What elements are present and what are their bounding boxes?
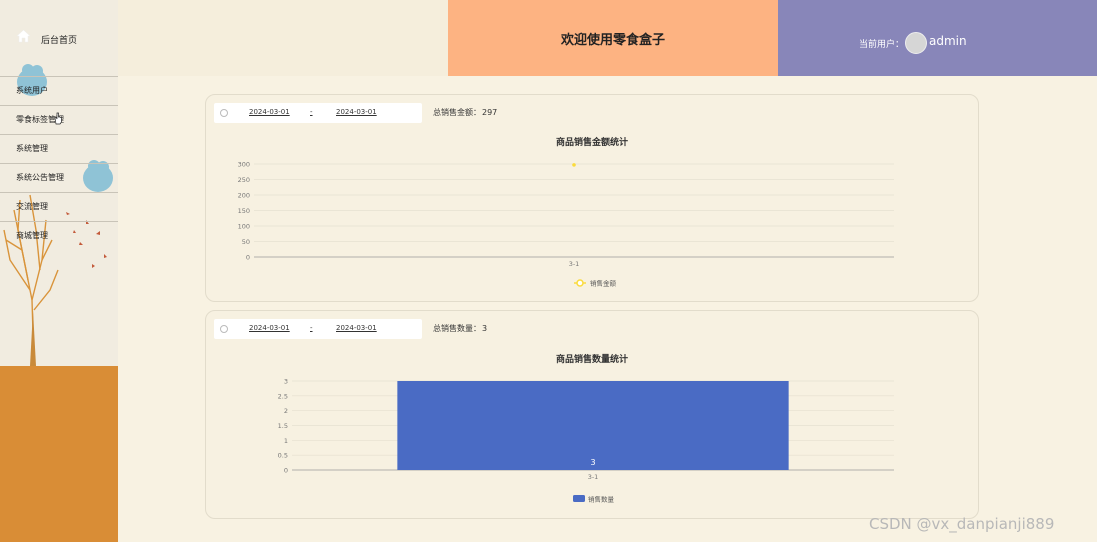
sidebar-item-users[interactable]: 系统用户 bbox=[0, 76, 118, 105]
y-tick-label: 3 bbox=[284, 378, 288, 386]
y-tick-label: 1.5 bbox=[278, 422, 288, 430]
sidebar-home-link[interactable]: 后台首页 bbox=[0, 0, 118, 76]
header-title-area: 欢迎使用零食盒子 bbox=[448, 0, 778, 76]
sidebar-home-label: 后台首页 bbox=[41, 36, 78, 46]
y-tick-label: 150 bbox=[238, 207, 250, 215]
y-tick-label: 50 bbox=[242, 238, 250, 246]
home-icon bbox=[16, 29, 31, 43]
y-tick-label: 0.5 bbox=[278, 452, 288, 460]
sidebar-item-announcements[interactable]: 系统公告管理 bbox=[0, 163, 118, 192]
sales-quantity-chart: 0 0.5 1 1.5 2 2.5 3 3-1 3 销售数量 bbox=[278, 378, 894, 504]
legend-label: 销售数量 bbox=[588, 495, 615, 504]
y-tick-label: 1 bbox=[284, 437, 288, 445]
sales-amount-chart: 0 50 100 150 200 250 300 3-1 销售金额 bbox=[238, 161, 894, 288]
current-user-label: 当前用户： bbox=[859, 40, 905, 50]
sidebar-item-communication[interactable]: 交流管理 bbox=[0, 192, 118, 221]
sales-amount-panel: 2024-03-01 - 2024-03-01 总销售金额：297 商品销售金额… bbox=[205, 94, 979, 302]
sidebar-item-label: 系统管理 bbox=[16, 144, 48, 153]
sidebar-item-label: 系统用户 bbox=[16, 86, 48, 95]
sidebar-menu: 系统用户 零食标签管理 系统管理 系统公告管理 交流管理 商城管理 bbox=[0, 76, 118, 250]
x-tick-label: 3-1 bbox=[569, 260, 580, 268]
y-tick-label: 2 bbox=[284, 407, 288, 415]
watermark: CSDN @vx_danpianji889 bbox=[869, 515, 1055, 533]
sidebar-item-mall[interactable]: 商城管理 bbox=[0, 221, 118, 250]
header-blank bbox=[118, 0, 448, 76]
data-point bbox=[572, 163, 576, 167]
sidebar-ground-decoration bbox=[0, 366, 118, 542]
sidebar-item-label: 系统公告管理 bbox=[16, 173, 64, 182]
page-title: 欢迎使用零食盒子 bbox=[560, 32, 665, 48]
legend-swatch-marker bbox=[576, 279, 584, 287]
avatar[interactable] bbox=[905, 32, 927, 54]
y-tick-label: 0 bbox=[246, 254, 250, 262]
y-tick-label: 100 bbox=[238, 223, 250, 231]
hand-cursor-icon bbox=[54, 112, 62, 125]
sidebar-item-snack-tags[interactable]: 零食标签管理 bbox=[0, 105, 118, 134]
sidebar-item-label: 商城管理 bbox=[16, 231, 48, 240]
sidebar-item-system[interactable]: 系统管理 bbox=[0, 134, 118, 163]
x-tick-label: 3-1 bbox=[588, 473, 599, 481]
sidebar: 后台首页 系统用户 零食标签管理 系统管理 系统公告管理 交流管理 商城管理 bbox=[0, 0, 118, 542]
data-label: 3 bbox=[590, 458, 595, 467]
y-tick-label: 2.5 bbox=[278, 392, 288, 400]
current-user-name: admin bbox=[929, 34, 967, 48]
y-tick-label: 250 bbox=[238, 176, 250, 184]
legend-swatch bbox=[573, 495, 585, 502]
sales-quantity-panel: 2024-03-01 - 2024-03-01 总销售数量：3 商品销售数量统计… bbox=[205, 310, 979, 519]
y-tick-label: 200 bbox=[238, 192, 250, 200]
bar bbox=[397, 381, 789, 470]
legend-label: 销售金额 bbox=[590, 279, 617, 288]
y-tick-label: 300 bbox=[238, 161, 250, 169]
y-tick-label: 0 bbox=[284, 467, 288, 475]
header-user-area: 当前用户： admin bbox=[778, 0, 1097, 76]
sidebar-item-label: 交流管理 bbox=[16, 202, 48, 211]
